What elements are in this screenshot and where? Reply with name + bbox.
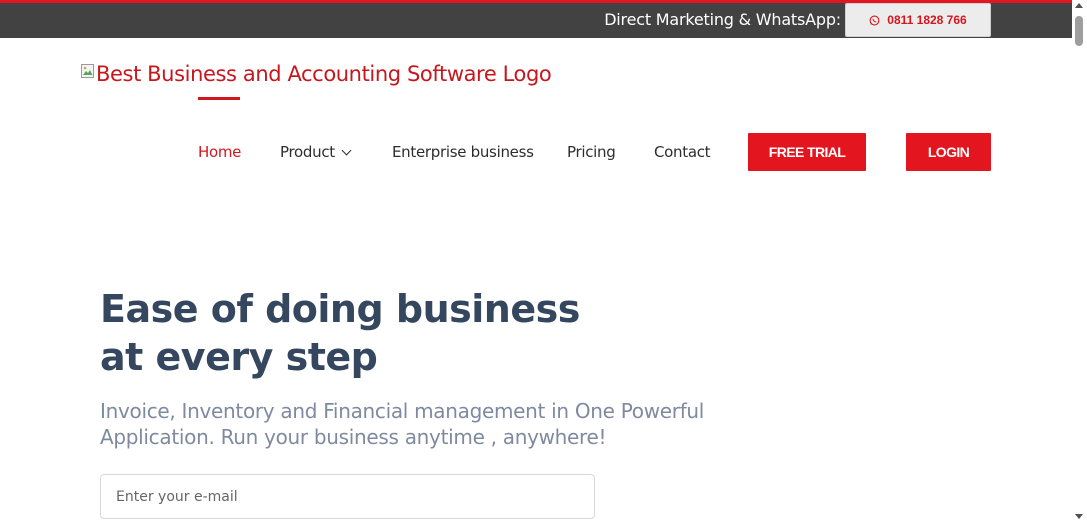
scroll-down-arrow-icon[interactable] [1075,514,1083,519]
broken-image-icon [81,64,94,78]
direct-marketing-label: Direct Marketing & WhatsApp: [604,10,841,29]
nav-item-product[interactable]: Product [280,143,352,161]
email-input[interactable] [100,474,595,519]
whatsapp-button[interactable]: 0811 1828 766 [845,3,991,37]
hero-title-line-1: Ease of doing business [100,287,580,331]
hero-title: Ease of doing business at every step [100,285,700,381]
nav-item-contact[interactable]: Contact [654,143,711,161]
nav-item-pricing[interactable]: Pricing [567,143,616,161]
vertical-scrollbar[interactable] [1072,0,1087,523]
whatsapp-icon [869,15,880,25]
hero-subtitle: Invoice, Inventory and Financial managem… [100,398,760,450]
top-bar: Direct Marketing & WhatsApp: 0811 1828 7… [0,0,1072,38]
main-navigation: Home Product Enterprise business Pricing… [0,133,1072,171]
site-logo[interactable]: Best Business and Accounting Software Lo… [80,62,552,86]
login-button[interactable]: LOGIN [906,133,991,171]
scrollbar-thumb[interactable] [1075,16,1083,46]
nav-item-home[interactable]: Home [198,143,241,161]
hero-subtitle-line-1: Invoice, Inventory and Financial managem… [100,399,705,423]
nav-item-enterprise-business[interactable]: Enterprise business [392,143,534,161]
active-nav-indicator [198,97,240,100]
logo-alt-text: Best Business and Accounting Software Lo… [96,62,552,86]
free-trial-button[interactable]: FREE TRIAL [748,133,866,171]
chevron-down-icon [341,145,352,156]
hero-title-line-2: at every step [100,335,378,379]
nav-item-product-label: Product [280,143,335,161]
whatsapp-number: 0811 1828 766 [887,13,967,27]
hero-subtitle-line-2: Application. Run your business anytime ,… [100,425,607,449]
scroll-up-arrow-icon[interactable] [1075,3,1083,8]
